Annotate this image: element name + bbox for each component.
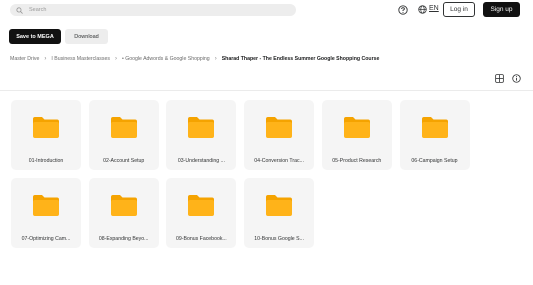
folder-tile[interactable]: 10-Bonus Google S... <box>244 178 315 248</box>
folder-tile[interactable]: 07-Optimizing Cam... <box>11 178 81 248</box>
folder-name: 07-Optimizing Cam... <box>21 236 71 242</box>
folder-name: 05-Product Research <box>332 158 382 164</box>
search-bar[interactable]: Search <box>10 4 296 16</box>
globe-icon[interactable] <box>418 5 427 14</box>
save-to-mega-button[interactable]: Save to MEGA <box>9 29 61 44</box>
folder-icon <box>110 117 137 138</box>
folder-name: 03-Understanding ... <box>177 158 225 164</box>
folder-tile[interactable]: 03-Understanding ... <box>166 100 237 170</box>
breadcrumb-item-google-adwords[interactable]: • Google Adwords & Google Shopping <box>122 56 210 62</box>
folder-name: 06-Campaign Setup <box>411 158 458 164</box>
folder-tile[interactable]: 04-Conversion Trac... <box>244 100 315 170</box>
folder-name: 02-Account Setup <box>103 158 145 164</box>
language-selector[interactable]: EN <box>429 5 439 12</box>
chevron-right-icon: › <box>214 56 217 62</box>
folder-icon <box>266 117 293 138</box>
chevron-right-icon: › <box>114 56 117 62</box>
folder-tile[interactable]: 05-Product Research <box>321 100 392 170</box>
folder-icon <box>33 195 59 216</box>
folder-icon <box>110 195 137 216</box>
breadcrumb-item-master-drive[interactable]: Master Drive <box>10 56 39 62</box>
breadcrumb-item-business-masterclasses[interactable]: I Business Masterclasses <box>51 56 110 62</box>
info-icon[interactable] <box>512 74 521 83</box>
folder-tile[interactable]: 06-Campaign Setup <box>399 100 470 170</box>
folder-icon <box>421 117 448 138</box>
folder-tile[interactable]: 09-Bonus Facebook... <box>166 178 237 248</box>
login-button[interactable]: Log in <box>443 2 475 17</box>
folder-icon <box>188 195 215 216</box>
breadcrumb-item-current: Sharad Thaper - The Endless Summer Googl… <box>221 56 380 62</box>
folder-tile[interactable]: 02-Account Setup <box>88 100 159 170</box>
help-icon[interactable] <box>398 5 408 15</box>
folder-icon <box>33 117 59 138</box>
download-button[interactable]: Download <box>65 29 108 44</box>
folder-name: 10-Bonus Google S... <box>254 236 304 242</box>
folder-name: 01-Introduction <box>28 158 64 164</box>
search-input[interactable]: Search <box>29 7 46 13</box>
folder-tile[interactable]: 08-Expanding Beyo... <box>88 178 159 248</box>
folder-icon <box>266 195 293 216</box>
folder-name: 04-Conversion Trac... <box>254 158 304 164</box>
signup-button[interactable]: Sign up <box>483 2 520 17</box>
divider <box>0 90 533 91</box>
breadcrumb: Master Drive › I Business Masterclasses … <box>10 56 379 62</box>
folder-tile[interactable]: 01-Introduction <box>11 100 81 170</box>
chevron-right-icon: › <box>44 56 47 62</box>
folder-icon <box>188 117 215 138</box>
folder-icon <box>343 117 370 138</box>
page: Search EN Log in Sign up Save to MEGA Do… <box>0 0 533 285</box>
grid-view-icon[interactable] <box>495 74 504 83</box>
search-icon <box>16 6 23 14</box>
folder-name: 08-Expanding Beyo... <box>98 236 149 242</box>
folder-name: 09-Bonus Facebook... <box>176 236 227 242</box>
